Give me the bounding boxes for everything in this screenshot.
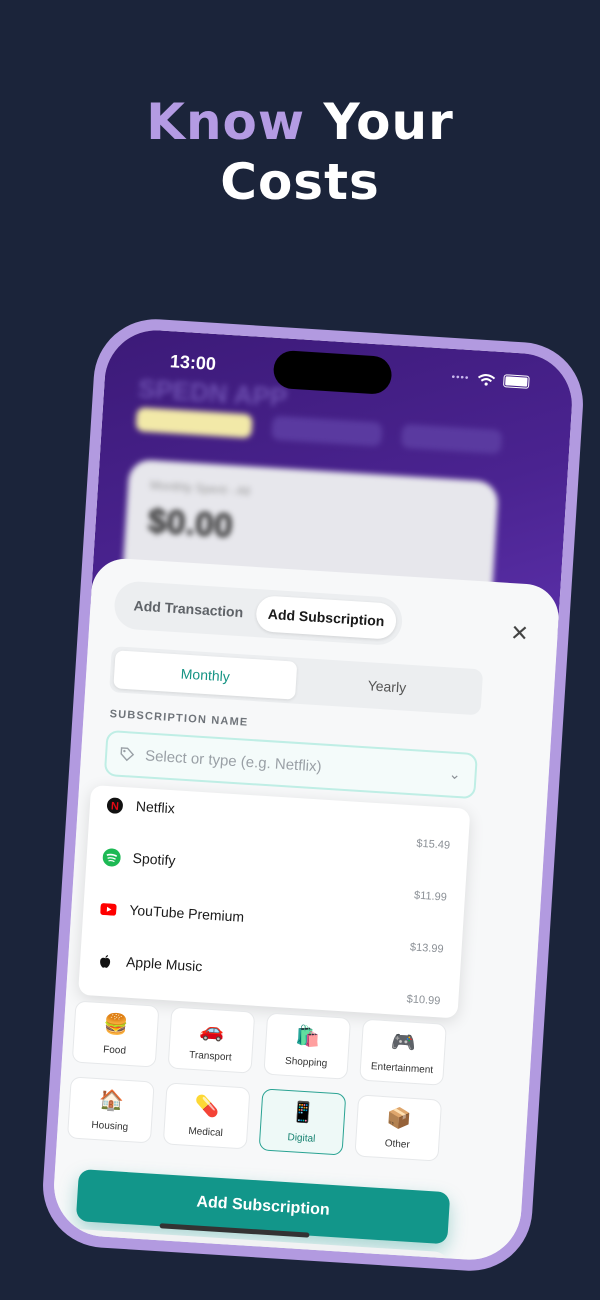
- headline-word-costs: Costs: [220, 153, 380, 211]
- tab-monthly[interactable]: Monthly: [113, 650, 298, 700]
- category-food[interactable]: 🍔 Food: [71, 1000, 160, 1068]
- category-label: Shopping: [284, 1055, 328, 1070]
- tag-icon: [120, 747, 135, 762]
- spotify-icon: [102, 848, 121, 867]
- subscription-option-name: Apple Music: [125, 953, 203, 975]
- background-card-label: Monthly Spent - All: [149, 478, 251, 499]
- wifi-icon: [478, 373, 496, 386]
- subscription-name-placeholder: Select or type (e.g. Netflix): [144, 747, 323, 776]
- chevron-down-icon[interactable]: ⌄: [448, 766, 461, 784]
- headline-accent: Know: [146, 93, 306, 151]
- status-time: 13:00: [169, 351, 217, 375]
- subscription-dropdown: N Netflix $15.49 Spotify $11.99 YouTube …: [78, 785, 471, 1019]
- category-entertainment[interactable]: 🎮 Entertainment: [359, 1018, 447, 1086]
- category-label: Food: [102, 1044, 127, 1057]
- tab-add-transaction[interactable]: Add Transaction: [119, 587, 257, 631]
- category-medical[interactable]: 💊 Medical: [162, 1082, 251, 1150]
- background-chip: [135, 407, 253, 439]
- close-icon[interactable]: ✕: [507, 620, 532, 646]
- background-app-title: SPEDN APP: [137, 373, 289, 413]
- category-label: Digital: [287, 1132, 316, 1145]
- subscription-option-name: Netflix: [135, 797, 176, 817]
- tab-yearly[interactable]: Yearly: [295, 662, 479, 711]
- background-chip: [400, 423, 503, 455]
- subscription-name-label: SUBSCRIPTION NAME: [109, 708, 249, 729]
- category-label: Other: [384, 1138, 411, 1151]
- pill-icon: 💊: [194, 1095, 221, 1119]
- phone-screen: SPEDN APP Monthly Spent - All $0.00 13:0…: [50, 327, 576, 1263]
- category-other[interactable]: 📦 Other: [354, 1094, 443, 1162]
- shopping-bags-icon: 🛍️: [294, 1025, 321, 1049]
- svg-text:N: N: [111, 800, 120, 812]
- subscription-option-name: YouTube Premium: [128, 901, 245, 925]
- add-sheet: Add Transaction Add Subscription ✕ Month…: [50, 556, 561, 1263]
- signal-icon: ••••: [451, 371, 470, 384]
- subscription-option-price: $10.99: [406, 993, 441, 1008]
- subscription-option-price: $13.99: [409, 941, 444, 956]
- tab-add-subscription[interactable]: Add Subscription: [255, 595, 398, 640]
- apple-icon: [96, 952, 115, 971]
- phone-icon: 📱: [289, 1101, 317, 1125]
- dynamic-island: [272, 349, 393, 396]
- category-label: Medical: [188, 1125, 224, 1139]
- type-segmented-control: Add Transaction Add Subscription: [113, 580, 404, 647]
- background-card-amount: $0.00: [146, 502, 234, 546]
- gamepad-icon: 🎮: [390, 1031, 417, 1055]
- background-chip: [271, 415, 383, 447]
- category-housing[interactable]: 🏠 Housing: [66, 1076, 155, 1144]
- youtube-icon: [99, 900, 118, 919]
- subscription-option-price: $11.99: [413, 889, 448, 904]
- subscription-option-price: $15.49: [416, 837, 451, 852]
- category-shopping[interactable]: 🛍️ Shopping: [263, 1012, 352, 1080]
- category-label: Entertainment: [370, 1061, 434, 1077]
- car-icon: 🚗: [198, 1019, 226, 1043]
- house-icon: 🏠: [98, 1089, 125, 1113]
- category-digital[interactable]: 📱 Digital: [258, 1088, 347, 1156]
- netflix-icon: N: [105, 796, 124, 815]
- category-transport[interactable]: 🚗 Transport: [167, 1006, 256, 1074]
- battery-icon: [502, 374, 530, 389]
- period-segmented-control: Monthly Yearly: [109, 646, 484, 716]
- subscription-option-name: Spotify: [132, 849, 176, 869]
- package-icon: 📦: [385, 1107, 412, 1131]
- headline: Know Your Costs: [0, 92, 600, 212]
- category-label: Transport: [188, 1049, 232, 1064]
- phone-mockup: SPEDN APP Monthly Spent - All $0.00 13:0…: [39, 315, 587, 1275]
- burger-icon: 🍔: [103, 1013, 130, 1037]
- headline-word-your: Your: [323, 93, 454, 151]
- category-label: Housing: [91, 1119, 129, 1134]
